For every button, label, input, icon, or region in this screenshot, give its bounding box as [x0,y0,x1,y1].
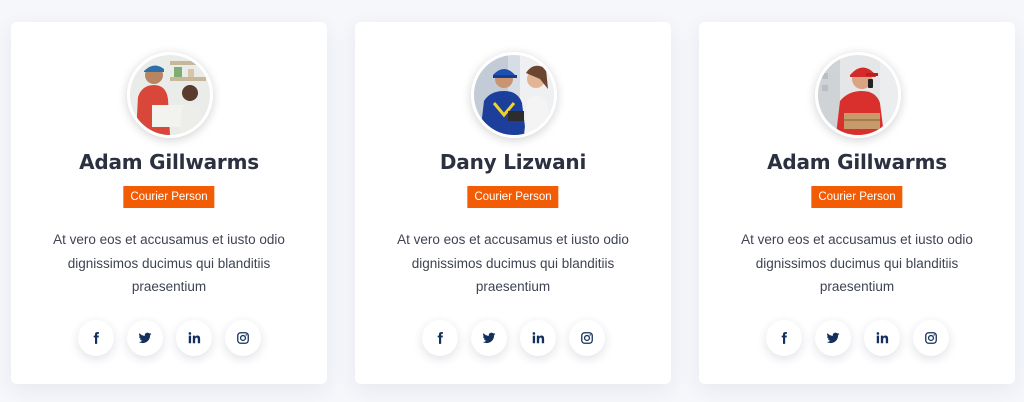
social-links [699,320,1015,356]
role-badge: Courier Person [467,186,559,208]
member-avatar [471,52,557,138]
instagram-icon [580,332,593,344]
instagram-icon [236,332,249,344]
linkedin-icon [532,332,544,344]
linkedin-icon [188,332,200,344]
facebook-button[interactable] [765,320,802,356]
facebook-icon [781,332,787,344]
member-name: Adam Gillwarms [79,150,259,174]
member-description: At vero eos et accusamus et iusto odio d… [53,232,285,294]
team-card: Adam Gillwarms Courier Person At vero eo… [11,22,327,384]
team-section: Adam Gillwarms Courier Person At vero eo… [0,0,1024,402]
instagram-button[interactable] [224,320,261,356]
facebook-icon [437,332,443,344]
linkedin-button[interactable] [863,320,900,356]
instagram-icon [924,332,937,344]
facebook-icon [93,332,99,344]
instagram-button[interactable] [568,320,605,356]
linkedin-button[interactable] [519,320,556,356]
team-card: Dany Lizwani Courier Person At vero eos … [355,22,671,384]
twitter-icon [826,332,839,344]
twitter-button[interactable] [814,320,851,356]
courier-photo [130,55,210,135]
instagram-button[interactable] [912,320,949,356]
linkedin-icon [876,332,888,344]
facebook-button[interactable] [421,320,458,356]
twitter-icon [482,332,495,344]
team-card: Adam Gillwarms Courier Person At vero eo… [699,22,1015,384]
twitter-icon [138,332,151,344]
twitter-button[interactable] [126,320,163,356]
member-name: Dany Lizwani [439,150,587,174]
social-links [355,320,671,356]
courier-photo [474,55,554,135]
social-links [11,320,327,356]
member-avatar [815,52,901,138]
member-description: At vero eos et accusamus et iusto odio d… [741,232,973,294]
member-description: At vero eos et accusamus et iusto odio d… [397,232,629,294]
twitter-button[interactable] [470,320,507,356]
role-badge: Courier Person [811,186,903,208]
member-avatar [127,52,213,138]
facebook-button[interactable] [77,320,114,356]
member-name: Adam Gillwarms [767,150,947,174]
role-badge: Courier Person [123,186,215,208]
linkedin-button[interactable] [175,320,212,356]
courier-photo [818,55,898,135]
